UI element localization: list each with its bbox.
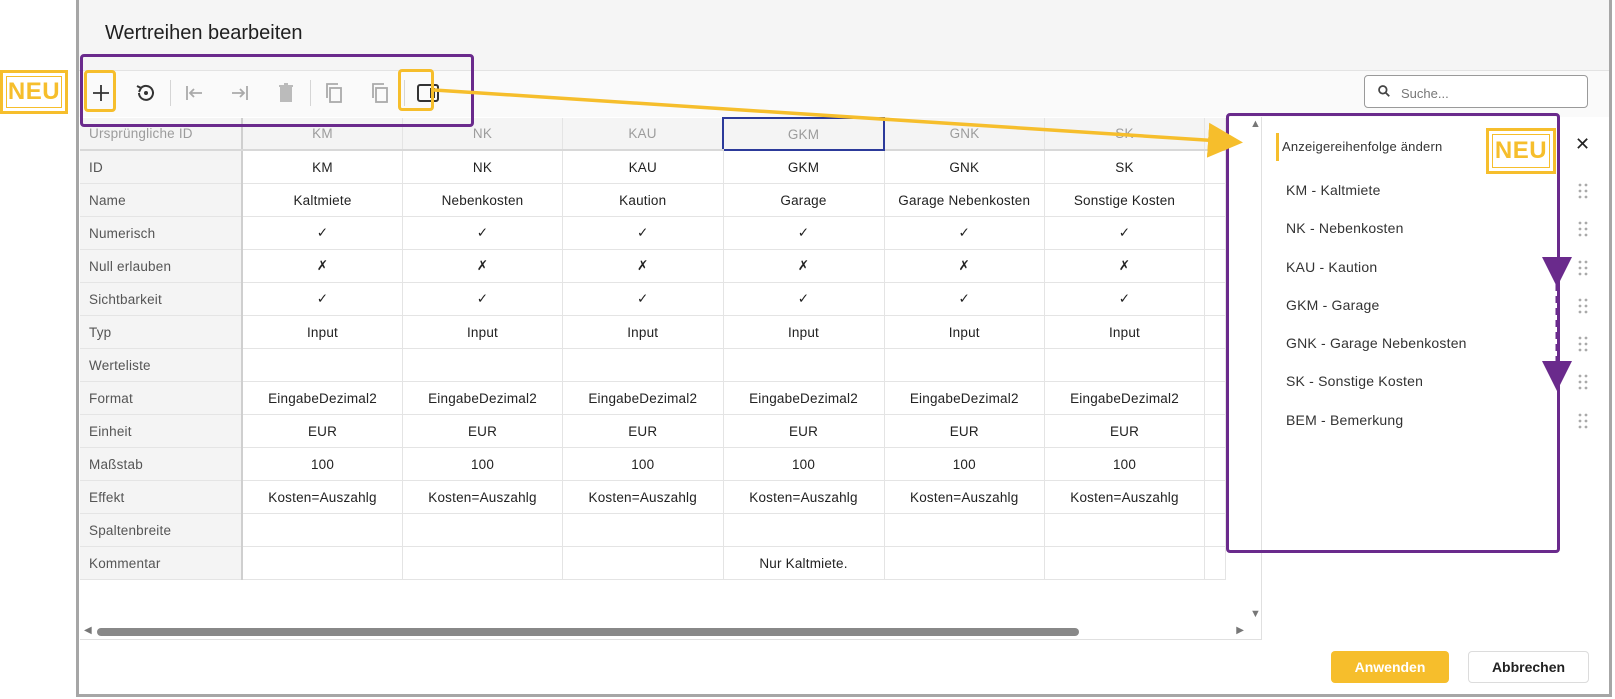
highlight-arrow [433,88,1243,158]
annotation-arrows [433,88,1572,391]
new-badge: NEU [0,70,68,114]
new-badge: NEU [1486,128,1556,174]
